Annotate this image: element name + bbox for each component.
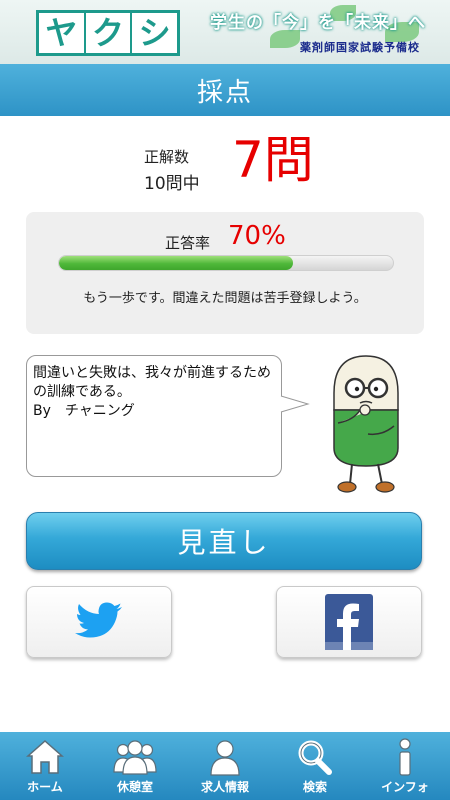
search-icon bbox=[298, 740, 332, 775]
review-button-label: 見直し bbox=[177, 526, 271, 559]
accuracy-label: 正答率 bbox=[165, 234, 211, 252]
correct-count-value: 7問 bbox=[232, 131, 314, 189]
accuracy-panel: 正答率 70% もう一歩です。間違えた問題は苦手登録しよう。 bbox=[26, 212, 424, 334]
nav-info-label: インフォ bbox=[381, 780, 429, 794]
nav-home[interactable]: ホーム bbox=[0, 732, 90, 800]
twitter-bird-icon bbox=[75, 602, 122, 638]
nav-search-label: 検索 bbox=[302, 780, 327, 794]
question-total: 10問中 bbox=[144, 174, 200, 194]
facebook-f-icon bbox=[325, 594, 373, 650]
nav-info[interactable]: インフォ bbox=[360, 732, 450, 800]
info-icon bbox=[399, 738, 411, 776]
twitter-share-button[interactable] bbox=[26, 586, 172, 658]
quote-text: 間違いと失敗は、我々が前進するための訓練である。 By チャニング bbox=[33, 365, 271, 419]
accuracy-progress-bar bbox=[58, 255, 394, 271]
people-icon bbox=[113, 740, 157, 775]
page-title: 採点 bbox=[196, 77, 253, 108]
title-bar: 採点 bbox=[0, 64, 450, 116]
nav-search[interactable]: 検索 bbox=[270, 732, 360, 800]
nav-jobs-label: 求人情報 bbox=[200, 780, 249, 794]
yakushi-logo[interactable]: ヤ ク シ bbox=[36, 10, 180, 56]
review-button[interactable]: 見直し bbox=[26, 512, 422, 570]
accuracy-value: 70% bbox=[228, 221, 286, 251]
progress-fill bbox=[59, 256, 293, 270]
quote-bubble: 間違いと失敗は、我々が前進するための訓練である。 By チャニング bbox=[26, 355, 282, 477]
home-icon bbox=[26, 739, 64, 774]
nav-lounge-label: 休憩室 bbox=[116, 780, 153, 794]
facebook-share-button[interactable] bbox=[276, 586, 422, 658]
capsule-mascot-icon bbox=[333, 355, 399, 493]
nav-lounge[interactable]: 休憩室 bbox=[90, 732, 180, 800]
bubble-tail bbox=[280, 395, 310, 413]
banner-slogan: 学生の「今」を「未来」へ bbox=[210, 13, 426, 33]
nav-home-label: ホーム bbox=[27, 780, 63, 794]
logo-char: ヤ bbox=[39, 13, 84, 53]
top-banner: ヤ ク シ 学生の「今」を「未来」へ 薬剤師国家試験予備校 bbox=[0, 0, 450, 64]
logo-char: シ bbox=[132, 13, 178, 53]
score-section: 正解数 10問中 7問 bbox=[0, 132, 450, 202]
correct-count-label: 正解数 bbox=[144, 148, 190, 166]
logo-char: ク bbox=[85, 13, 131, 53]
accuracy-message: もう一歩です。間違えた問題は苦手登録しよう。 bbox=[83, 291, 367, 306]
bottom-nav: ホーム 休憩室 求人情報 検索 インフォ bbox=[0, 732, 450, 800]
person-icon bbox=[210, 740, 240, 776]
school-name: 薬剤師国家試験予備校 bbox=[300, 41, 420, 54]
nav-jobs[interactable]: 求人情報 bbox=[180, 732, 270, 800]
